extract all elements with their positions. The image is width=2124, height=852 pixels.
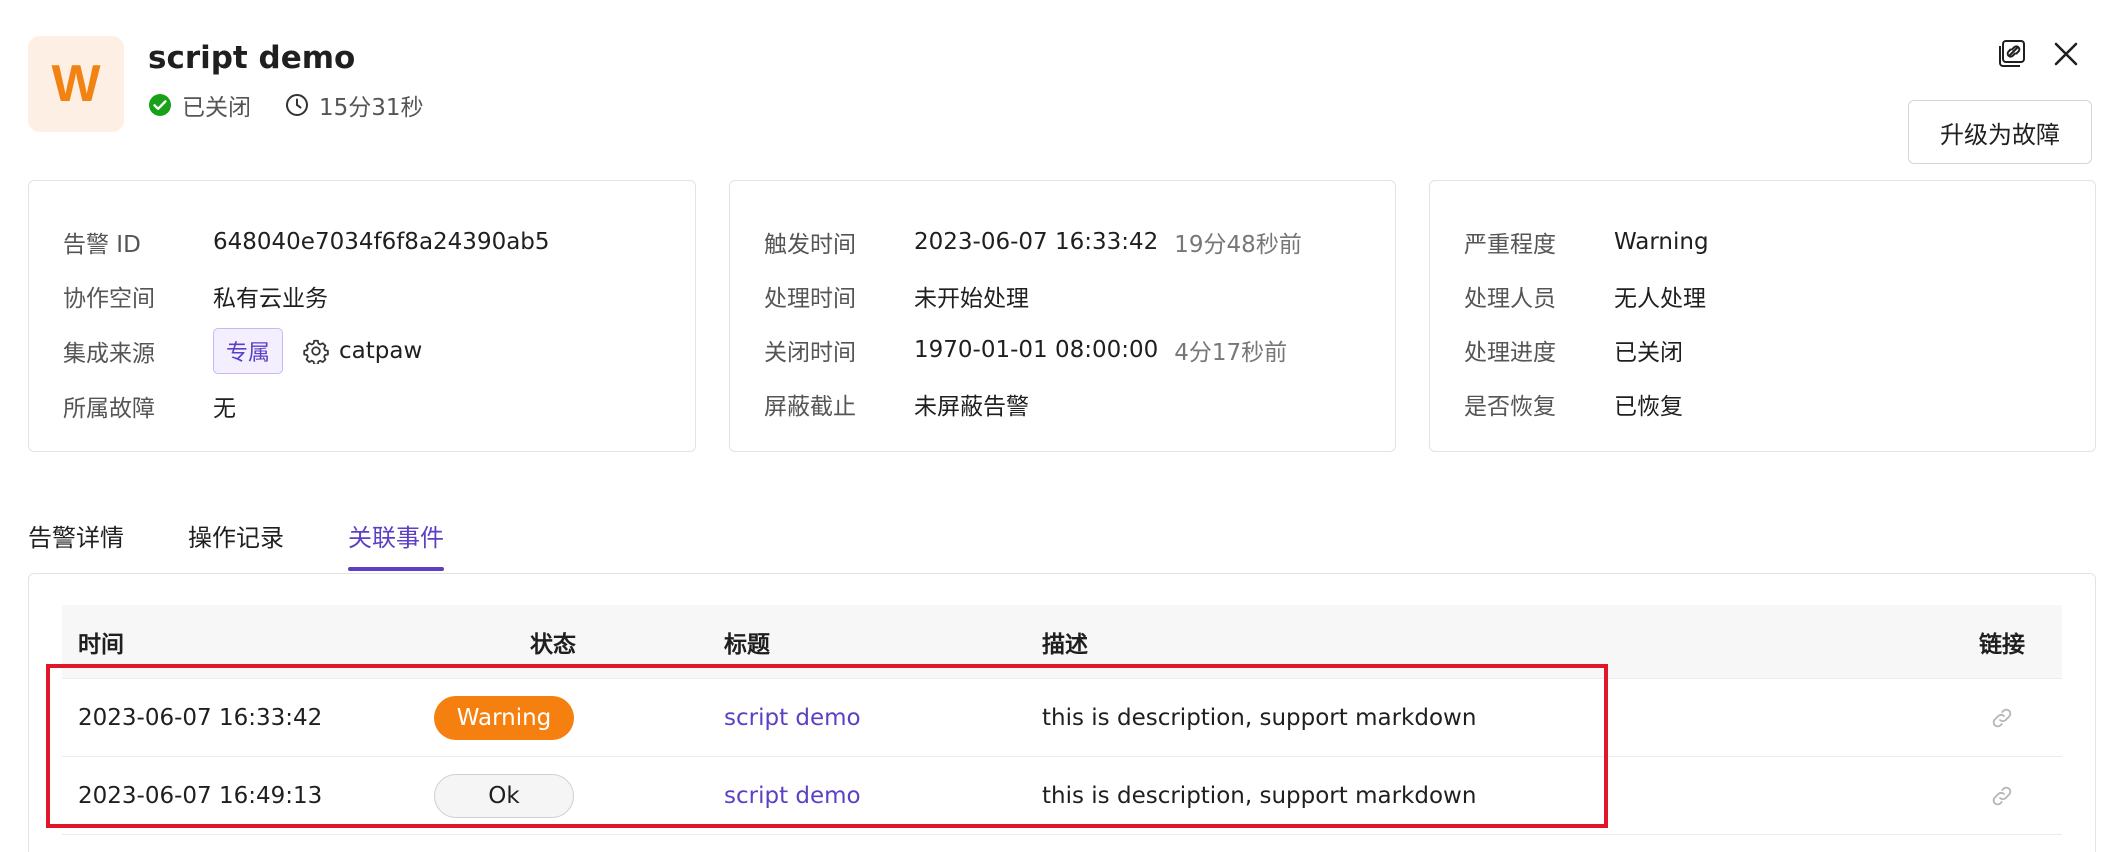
mute-until-label: 屏蔽截止 bbox=[764, 394, 856, 420]
trigger-time-label: 触发时间 bbox=[764, 232, 856, 258]
copy-link-icon bbox=[1999, 40, 2025, 67]
close-time-ago: 4分17秒前 bbox=[1174, 340, 1288, 366]
row-title-link[interactable]: script demo bbox=[724, 783, 1042, 809]
tab-related-events[interactable]: 关联事件 bbox=[348, 518, 444, 571]
table-row: 2023-06-07 16:49:13 Ok script demo this … bbox=[62, 757, 2062, 835]
progress-label: 处理进度 bbox=[1464, 340, 1556, 366]
workspace-link[interactable]: 私有云业务 bbox=[213, 279, 328, 313]
page-title: script demo bbox=[148, 40, 356, 76]
process-time-value: 未开始处理 bbox=[914, 286, 1029, 312]
severity-value: Warning bbox=[1614, 229, 1709, 255]
incident-row: 所属故障 无 bbox=[29, 379, 695, 433]
tab-alert-details[interactable]: 告警详情 bbox=[28, 518, 124, 571]
status-info-card: 严重程度 Warning 处理人员 无人处理 处理进度 已关闭 是否恢复 已恢复 bbox=[1429, 180, 2096, 452]
row-time: 2023-06-07 16:49:13 bbox=[78, 782, 323, 809]
related-events-table: 时间 状态 标题 描述 链接 2023-06-07 16:33:42 Warni… bbox=[62, 605, 2062, 835]
mute-until-row: 屏蔽截止 未屏蔽告警 bbox=[730, 377, 1395, 431]
header-link: 链接 bbox=[1979, 631, 2025, 658]
trigger-time-row: 触发时间 2023-06-07 16:33:42 19分48秒前 bbox=[730, 215, 1395, 269]
close-time-value: 1970-01-01 08:00:00 4分17秒前 bbox=[914, 333, 1287, 367]
close-icon bbox=[2054, 42, 2078, 66]
severity-row: 严重程度 Warning bbox=[1430, 215, 2095, 269]
header-title: 标题 bbox=[724, 631, 770, 658]
process-time-label: 处理时间 bbox=[764, 286, 856, 312]
close-time-label: 关闭时间 bbox=[764, 340, 856, 366]
incident-label: 所属故障 bbox=[63, 396, 155, 422]
alert-id-label: 告警 ID bbox=[63, 232, 141, 258]
duration-indicator: 15分31秒 bbox=[285, 88, 424, 122]
source-label: 集成来源 bbox=[63, 341, 155, 367]
alert-id-value: 648040e7034f6f8a24390ab5 bbox=[213, 229, 550, 255]
row-link-button[interactable] bbox=[1942, 706, 2062, 730]
table-header: 时间 状态 标题 描述 链接 bbox=[62, 605, 2062, 679]
clock-icon bbox=[286, 94, 308, 116]
close-time-text: 1970-01-01 08:00:00 bbox=[914, 337, 1159, 363]
trigger-time-ago: 19分48秒前 bbox=[1174, 232, 1302, 258]
link-icon bbox=[1992, 786, 2012, 805]
source-name: catpaw bbox=[339, 338, 423, 364]
upgrade-to-incident-button[interactable]: 升级为故障 bbox=[1908, 100, 2092, 164]
alert-id-row: 告警 ID 648040e7034f6f8a24390ab5 bbox=[29, 215, 695, 269]
alert-avatar: W bbox=[28, 36, 124, 132]
table-row: 2023-06-07 16:33:42 Warning script demo … bbox=[62, 679, 2062, 757]
handler-value: 无人处理 bbox=[1614, 286, 1706, 312]
source-value: 专属 catpaw bbox=[213, 328, 422, 374]
handler-label: 处理人员 bbox=[1464, 286, 1556, 312]
trigger-time-text: 2023-06-07 16:33:42 bbox=[914, 229, 1159, 255]
close-button[interactable] bbox=[2048, 36, 2084, 72]
trigger-time-value: 2023-06-07 16:33:42 19分48秒前 bbox=[914, 225, 1302, 259]
header-time: 时间 bbox=[78, 631, 124, 658]
row-description: this is description, support markdown bbox=[1042, 704, 1477, 731]
row-status: Warning bbox=[434, 695, 724, 740]
workspace-label: 协作空间 bbox=[63, 286, 155, 312]
row-description: this is description, support markdown bbox=[1042, 782, 1477, 809]
header-status: 状态 bbox=[530, 631, 576, 658]
window-actions bbox=[1994, 36, 2084, 72]
recovered-row: 是否恢复 已恢复 bbox=[1430, 377, 2095, 431]
progress-row: 处理进度 已关闭 bbox=[1430, 323, 2095, 377]
progress-value: 已关闭 bbox=[1614, 340, 1683, 366]
severity-label: 严重程度 bbox=[1464, 232, 1556, 258]
recovered-value: 已恢复 bbox=[1614, 394, 1683, 420]
copy-link-button[interactable] bbox=[1994, 36, 2030, 72]
mute-until-value: 未屏蔽告警 bbox=[914, 394, 1029, 420]
time-info-card: 触发时间 2023-06-07 16:33:42 19分48秒前 处理时间 未开… bbox=[729, 180, 1396, 452]
row-title-link[interactable]: script demo bbox=[724, 705, 1042, 731]
tab-operation-log[interactable]: 操作记录 bbox=[188, 518, 284, 571]
close-time-row: 关闭时间 1970-01-01 08:00:00 4分17秒前 bbox=[730, 323, 1395, 377]
process-time-row: 处理时间 未开始处理 bbox=[730, 269, 1395, 323]
basic-info-card: 告警 ID 648040e7034f6f8a24390ab5 协作空间 私有云业… bbox=[28, 180, 696, 452]
check-circle-icon bbox=[149, 94, 171, 116]
recovered-label: 是否恢复 bbox=[1464, 394, 1556, 420]
row-time: 2023-06-07 16:33:42 bbox=[78, 704, 323, 731]
gear-icon bbox=[303, 339, 329, 364]
status-badge-warning: Warning bbox=[434, 695, 574, 740]
source-row: 集成来源 专属 catpaw bbox=[29, 323, 695, 379]
duration-text: 15分31秒 bbox=[319, 95, 424, 121]
incident-value: 无 bbox=[213, 396, 236, 422]
status-text: 已关闭 bbox=[182, 95, 251, 121]
status-indicator: 已关闭 bbox=[148, 88, 251, 122]
row-link-button[interactable] bbox=[1942, 784, 2062, 808]
row-status: Ok bbox=[434, 773, 724, 818]
link-icon bbox=[1992, 708, 2012, 727]
exclusive-tag: 专属 bbox=[213, 328, 284, 374]
workspace-row: 协作空间 私有云业务 bbox=[29, 269, 695, 323]
detail-tabs: 告警详情 操作记录 关联事件 bbox=[28, 518, 444, 571]
handler-row: 处理人员 无人处理 bbox=[1430, 269, 2095, 323]
header-description: 描述 bbox=[1042, 631, 1088, 658]
status-badge-ok: Ok bbox=[434, 773, 574, 818]
alert-meta: 已关闭 15分31秒 bbox=[148, 88, 424, 122]
